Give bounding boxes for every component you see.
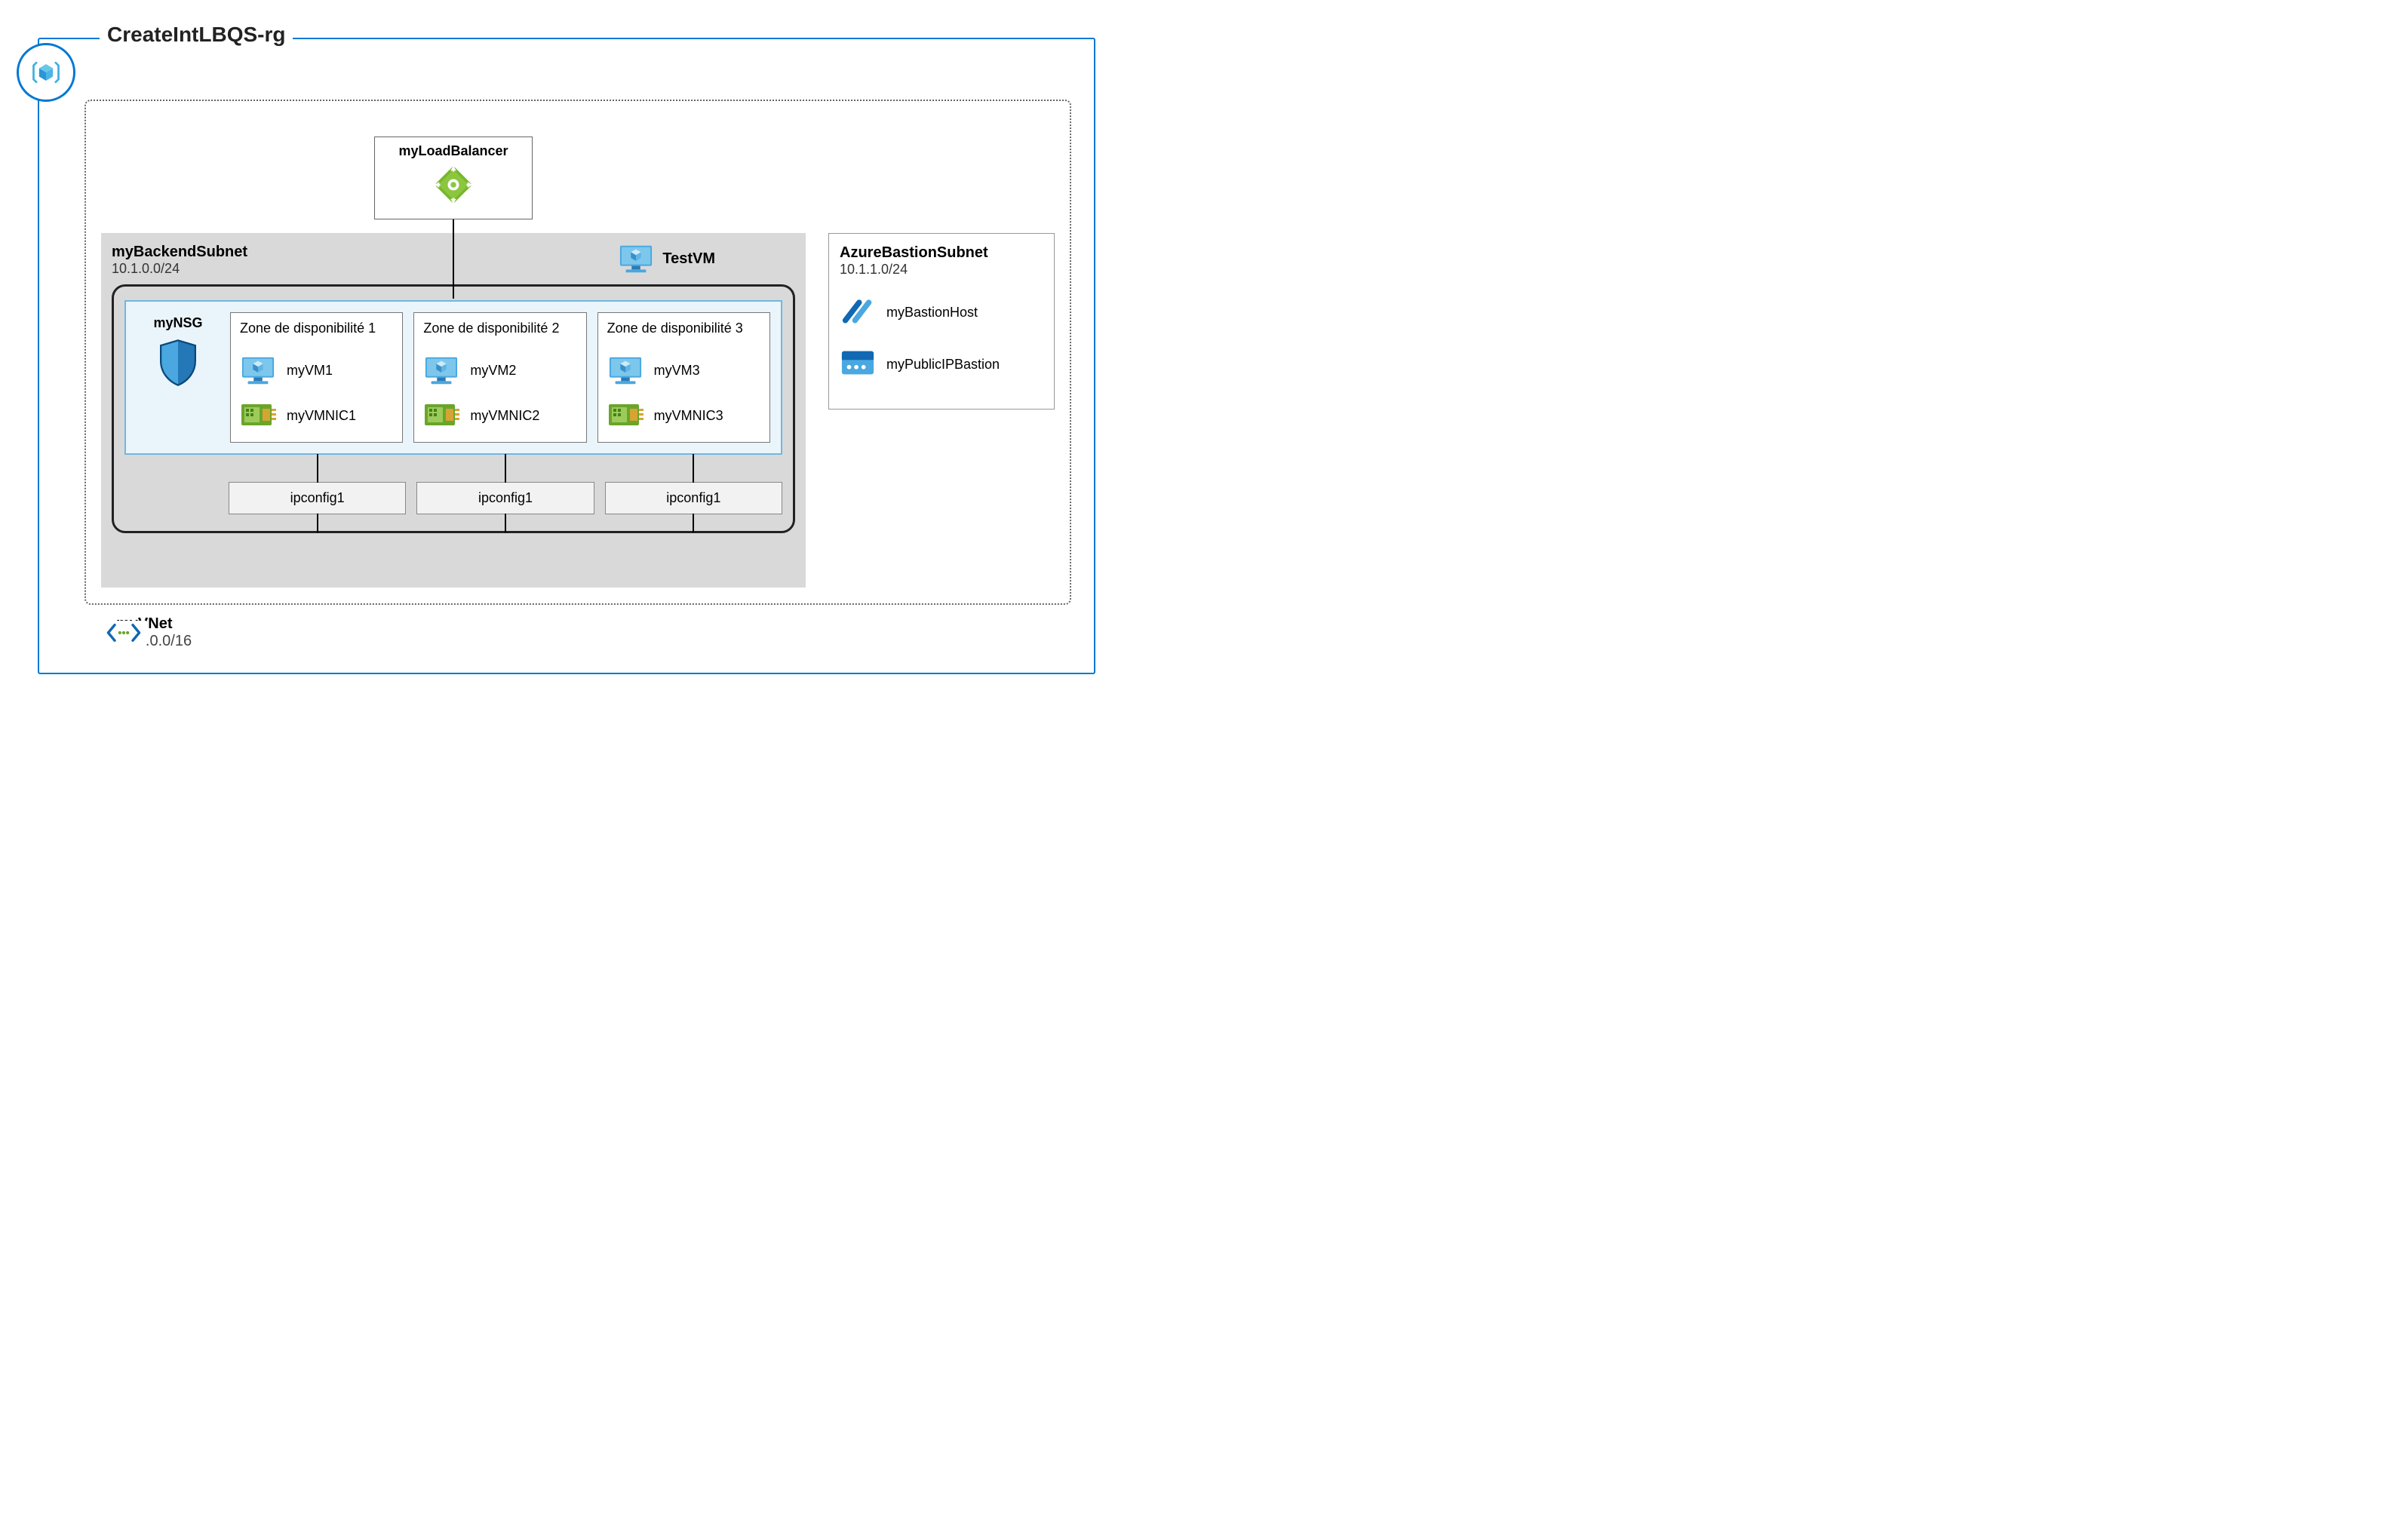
vm-icon: [607, 354, 644, 386]
public-ip-bastion: myPublicIPBastion: [840, 348, 1043, 382]
shield-icon: [157, 339, 199, 387]
bastion-subnet-container: AzureBastionSubnet 10.1.1.0/24 myBastion…: [828, 233, 1055, 410]
az-2-nic-label: myVMNIC2: [470, 408, 539, 424]
resource-group-container: CreateIntLBQS-rg myLoadBalancer: [38, 38, 1095, 674]
availability-zone-3: Zone de disponibilité 3 myVM3 myVMNIC3: [597, 312, 770, 443]
az-3-nic-label: myVMNIC3: [654, 408, 723, 424]
resource-group-icon: [17, 43, 75, 102]
ipconfig-row: ipconfig1 ipconfig1 ipconfig1: [124, 482, 782, 514]
az-1-nic: myVMNIC1: [240, 400, 393, 431]
az-3-nic: myVMNIC3: [607, 400, 760, 431]
az-1-vm-label: myVM1: [287, 363, 333, 379]
connector-az1-ipconfig: [317, 454, 318, 483]
vm-icon: [423, 354, 459, 386]
public-ip-icon: [840, 348, 876, 382]
az-1-vm: myVM1: [240, 354, 393, 386]
vnet-icon: [101, 621, 146, 649]
nsg-box: myNSG Zone de disponibilité 1: [124, 300, 782, 455]
load-balancer-box: myLoadBalancer: [374, 137, 533, 219]
ipconfig-3-label: ipconfig1: [666, 490, 720, 505]
az-1-title: Zone de disponibilité 1: [240, 321, 393, 336]
ipconfig-2-label: ipconfig1: [478, 490, 533, 505]
connector-az2-ipconfig: [505, 454, 506, 483]
test-vm-label: TestVM: [662, 250, 715, 268]
vnet-name: myVNet: [116, 615, 1071, 633]
backend-pool-box: myNSG Zone de disponibilité 1: [112, 284, 795, 533]
availability-zone-1: Zone de disponibilité 1 myVM1 myVMNIC1: [230, 312, 403, 443]
backend-subnet-container: myLoadBalancer myBackendSubnet 10.1.0.: [101, 233, 806, 587]
vnet-cidr: 10.1.0.0/16: [116, 633, 1071, 650]
connector-ipconfig2-out: [505, 514, 506, 532]
vm-icon: [619, 244, 653, 274]
nsg-label: myNSG: [137, 315, 220, 331]
connector-ipconfig3-out: [693, 514, 694, 532]
nsg-column: myNSG: [137, 312, 220, 443]
az-3-vm: myVM3: [607, 354, 760, 386]
ipconfig-3: ipconfig1: [605, 482, 782, 514]
vm-icon: [240, 354, 276, 386]
ipconfig-2: ipconfig1: [416, 482, 594, 514]
connector-ipconfig1-out: [317, 514, 318, 532]
bastion-subnet-name: AzureBastionSubnet: [840, 244, 1043, 262]
vnet-label: [101, 634, 146, 649]
load-balancer-label: myLoadBalancer: [381, 143, 526, 159]
az-3-vm-label: myVM3: [654, 363, 700, 379]
test-vm: TestVM: [619, 244, 715, 274]
bastion-host: myBastionHost: [840, 294, 1043, 331]
public-ip-bastion-label: myPublicIPBastion: [886, 357, 1000, 373]
load-balancer-icon: [431, 162, 476, 207]
bastion-subnet-header: AzureBastionSubnet 10.1.1.0/24: [840, 244, 1043, 278]
az-2-nic: myVMNIC2: [423, 400, 576, 431]
vnet-container: myLoadBalancer myBackendSubnet 10.1.0.: [84, 100, 1071, 605]
connector-az3-ipconfig: [693, 454, 694, 483]
ipconfig-1-label: ipconfig1: [290, 490, 345, 505]
nic-icon: [607, 400, 644, 431]
availability-zone-2: Zone de disponibilité 2 myVM2 myVMNIC2: [413, 312, 586, 443]
az-2-vm-label: myVM2: [470, 363, 516, 379]
az-1-nic-label: myVMNIC1: [287, 408, 356, 424]
az-2-vm: myVM2: [423, 354, 576, 386]
bastion-subnet-cidr: 10.1.1.0/24: [840, 262, 1043, 278]
az-2-title: Zone de disponibilité 2: [423, 321, 576, 336]
nic-icon: [240, 400, 276, 431]
connector-into-backend: [453, 235, 454, 299]
vnet-caption: myVNet 10.1.0.0/16: [116, 615, 1071, 650]
az-3-title: Zone de disponibilité 3: [607, 321, 760, 336]
bastion-host-label: myBastionHost: [886, 305, 978, 321]
resource-group-title: CreateIntLBQS-rg: [100, 23, 293, 47]
bastion-icon: [840, 294, 876, 331]
ipconfig-1: ipconfig1: [229, 482, 406, 514]
nic-icon: [423, 400, 459, 431]
